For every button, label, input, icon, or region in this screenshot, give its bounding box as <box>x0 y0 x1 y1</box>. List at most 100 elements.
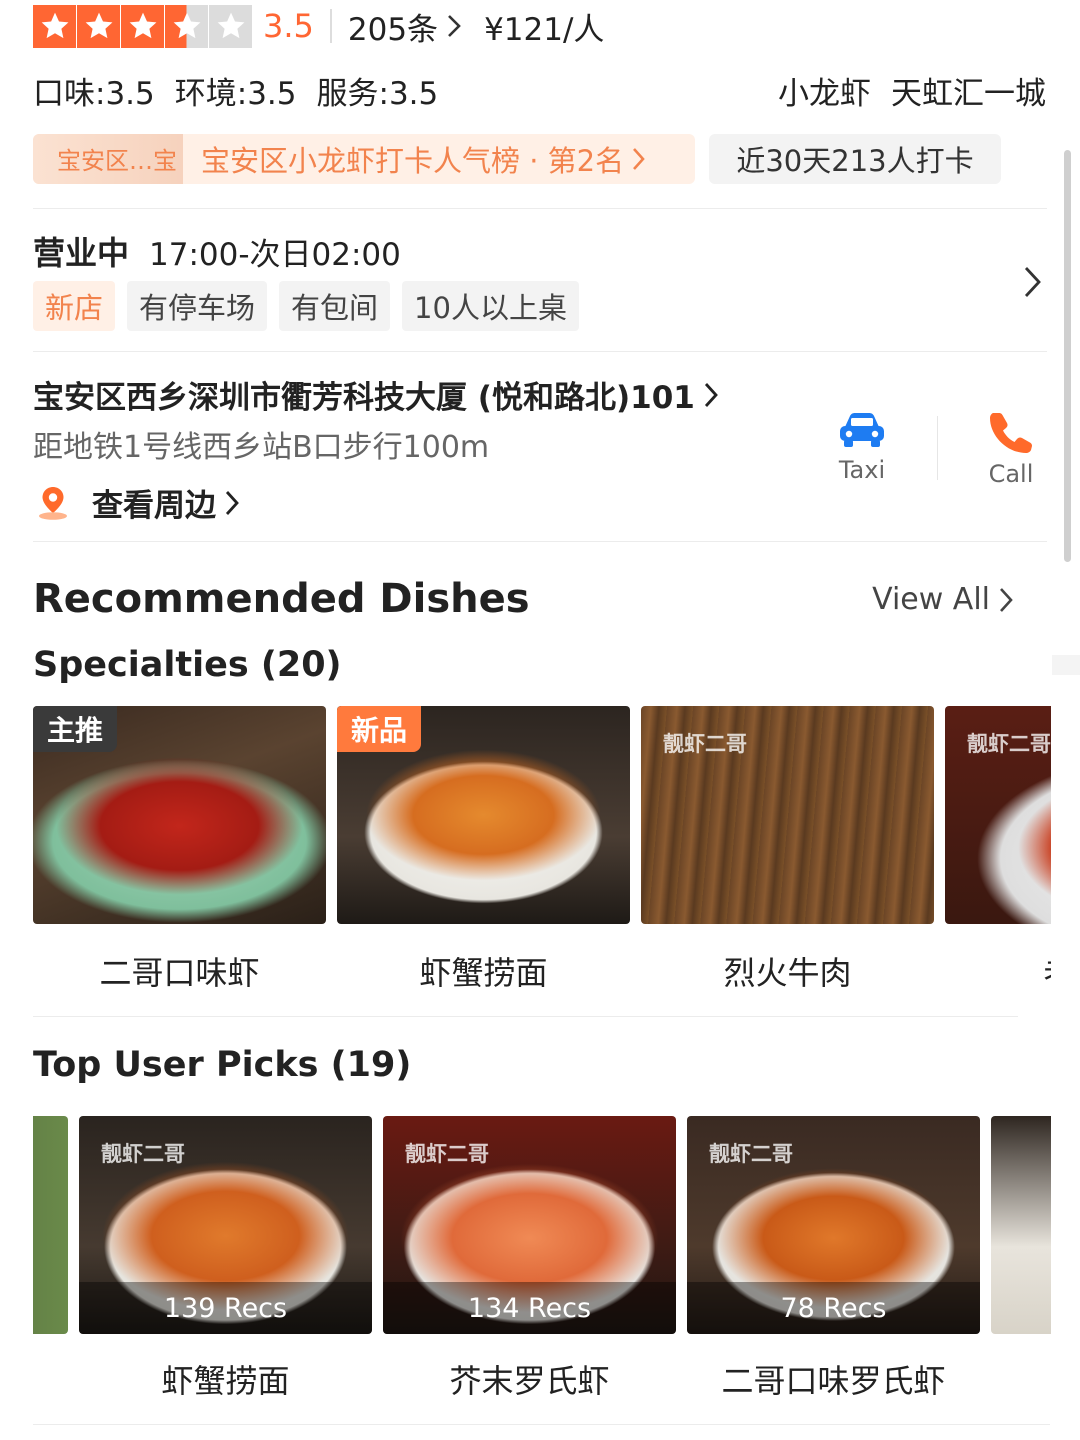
star-icon <box>121 4 164 48</box>
star-icon <box>77 4 120 48</box>
brand-watermark: 靓虾二哥 <box>101 1142 185 1166</box>
dish-photo-partial <box>33 1116 68 1334</box>
review-count: 205条 <box>347 11 439 48</box>
dish-card[interactable]: 主推 二哥口味虾 <box>33 706 326 994</box>
dish-photo-crayfish-bowl: 靓虾二哥 <box>945 706 1051 924</box>
recommendation-count: 134 Recs <box>383 1282 676 1334</box>
dish-badge: 主推 <box>33 706 118 752</box>
brand-watermark: 靓虾二哥 <box>405 1142 489 1166</box>
pick-card[interactable]: 靓虾二哥 78 Recs 二哥口味罗氏虾 <box>687 1116 980 1402</box>
chevron-right-icon <box>225 490 239 515</box>
business-hours[interactable]: 营业中 17:00-次日02:00 <box>33 228 401 274</box>
divider <box>33 351 1047 352</box>
pick-card-partial[interactable] <box>991 1116 1051 1334</box>
open-status: 营业中 <box>33 234 130 272</box>
edge-handle <box>1052 655 1080 675</box>
dish-photo-crayfish: 主推 <box>33 706 326 924</box>
dish-card[interactable]: 新品 虾蟹捞面 <box>337 706 630 994</box>
metro-distance: 距地铁1号线西乡站B口步行100m <box>33 430 490 465</box>
nearby-link[interactable]: 查看周边 <box>36 480 240 525</box>
view-all-link[interactable]: View All <box>872 582 1014 617</box>
divider <box>937 416 938 480</box>
rating-score: 3.5 <box>263 7 314 45</box>
rating-row: 3.5 205条 ¥121/人 <box>33 4 604 48</box>
dish-name: 虾蟹捞面 <box>161 1362 290 1400</box>
star-icon <box>33 4 76 48</box>
empty-star-icon <box>209 4 252 48</box>
specialties-carousel[interactable]: 主推 二哥口味虾 新品 虾蟹捞面 靓虾二哥 烈火牛肉 靓虾二哥 老长沙 <box>33 706 1051 996</box>
category-tags: 小龙虾 天虹汇一城 <box>778 68 1046 113</box>
pick-card[interactable]: 靓虾二哥 139 Recs 虾蟹捞面 <box>79 1116 372 1402</box>
facility-tag-parking: 有停车场 <box>127 281 268 331</box>
reviews-link[interactable]: 205条 <box>348 4 462 49</box>
address-text: 宝安区西乡深圳市衢芳科技大厦 (悦和路北)101 <box>33 380 695 416</box>
location-pin-icon <box>39 486 67 520</box>
ranking-text: 宝安区小龙虾打卡人气榜 · 第2名 <box>201 144 625 178</box>
district-tag[interactable]: 天虹汇一城 <box>891 68 1046 113</box>
taxi-button[interactable]: Taxi <box>812 410 912 484</box>
chevron-right-icon <box>1000 587 1013 612</box>
dish-badge: 新品 <box>337 706 422 752</box>
pick-card[interactable]: 靓虾二哥 134 Recs 芥末罗氏虾 <box>383 1116 676 1402</box>
dish-name: 二哥口味虾 <box>99 954 260 992</box>
call-label: Call <box>988 460 1034 488</box>
facility-tag-large-table: 10人以上桌 <box>402 281 579 331</box>
section-title: Recommended Dishes <box>33 576 530 622</box>
chevron-right-icon <box>704 382 718 407</box>
taxi-label: Taxi <box>838 456 886 484</box>
recommendation-count: 78 Recs <box>687 1282 980 1334</box>
restaurant-detail-page: 3.5 205条 ¥121/人 口味:3.5 环境:3.5 服务:3.5 小龙虾… <box>0 0 1080 1440</box>
dish-photo-partial <box>991 1116 1051 1334</box>
dish-card[interactable]: 靓虾二哥 烈火牛肉 <box>641 706 934 994</box>
brand-watermark: 靓虾二哥 <box>663 732 747 756</box>
recommendation-count: 139 Recs <box>79 1282 372 1334</box>
divider <box>329 9 332 43</box>
half-star-icon <box>165 4 208 48</box>
divider <box>33 208 1047 209</box>
scrollbar[interactable] <box>1064 150 1071 562</box>
ranking-banner[interactable]: 宝安区…宝 宝安区小龙虾打卡人气榜 · 第2名 <box>33 134 695 184</box>
top-picks-title: Top User Picks (19) <box>33 1045 412 1085</box>
nearby-label: 查看周边 <box>92 488 216 524</box>
checkin-count[interactable]: 近30天213人打卡 <box>709 134 1001 184</box>
dish-photo-spicy-prawns: 靓虾二哥 78 Recs <box>687 1116 980 1334</box>
category-tag[interactable]: 小龙虾 <box>778 68 871 113</box>
car-icon <box>840 413 884 447</box>
dish-name: 芥末罗氏虾 <box>449 1362 610 1400</box>
chevron-right-icon[interactable] <box>1022 264 1044 300</box>
environment-score: 环境:3.5 <box>174 76 297 112</box>
divider <box>33 1424 1050 1425</box>
phone-icon <box>990 413 1032 453</box>
divider <box>33 1016 1018 1017</box>
dish-name: 老长沙 <box>945 948 1051 994</box>
taste-score: 口味:3.5 <box>33 76 155 112</box>
sub-scores: 口味:3.5 环境:3.5 服务:3.5 <box>33 68 438 113</box>
dish-name: 二哥口味罗氏虾 <box>721 1362 946 1400</box>
chevron-right-icon <box>633 148 645 170</box>
specialties-title: Specialties (20) <box>33 645 342 685</box>
ranking-badge: 宝安区…宝 <box>33 134 183 184</box>
facility-tags: 新店 有停车场 有包间 10人以上桌 <box>33 281 579 331</box>
top-picks-carousel[interactable]: 靓虾二哥 139 Recs 虾蟹捞面 靓虾二哥 134 Recs 芥末罗氏虾 靓… <box>33 1116 1051 1416</box>
dish-name: 烈火牛肉 <box>723 954 852 992</box>
view-all-label: View All <box>872 582 990 617</box>
dish-photo-noodles: 靓虾二哥 139 Recs <box>79 1116 372 1334</box>
chevron-right-icon <box>448 15 461 37</box>
hours-time: 17:00-次日02:00 <box>149 236 401 273</box>
dish-card[interactable]: 靓虾二哥 老长沙 <box>945 706 1051 994</box>
dish-photo-prawns: 靓虾二哥 134 Recs <box>383 1116 676 1334</box>
service-score: 服务:3.5 <box>316 76 439 112</box>
divider <box>33 541 1047 542</box>
facility-tag-new: 新店 <box>33 281 116 331</box>
pick-card-partial[interactable] <box>33 1116 68 1334</box>
price-per-person: ¥121/人 <box>484 11 605 48</box>
address-link[interactable]: 宝安区西乡深圳市衢芳科技大厦 (悦和路北)101 <box>33 372 719 417</box>
call-button[interactable]: Call <box>961 410 1061 488</box>
dish-name: 虾蟹捞面 <box>419 954 548 992</box>
brand-watermark: 靓虾二哥 <box>967 732 1051 756</box>
rating-stars <box>33 4 253 48</box>
brand-watermark: 靓虾二哥 <box>709 1142 793 1166</box>
dish-photo-noodles: 新品 <box>337 706 630 924</box>
dish-photo-beef-skewers: 靓虾二哥 <box>641 706 934 924</box>
facility-tag-private-room: 有包间 <box>279 281 391 331</box>
